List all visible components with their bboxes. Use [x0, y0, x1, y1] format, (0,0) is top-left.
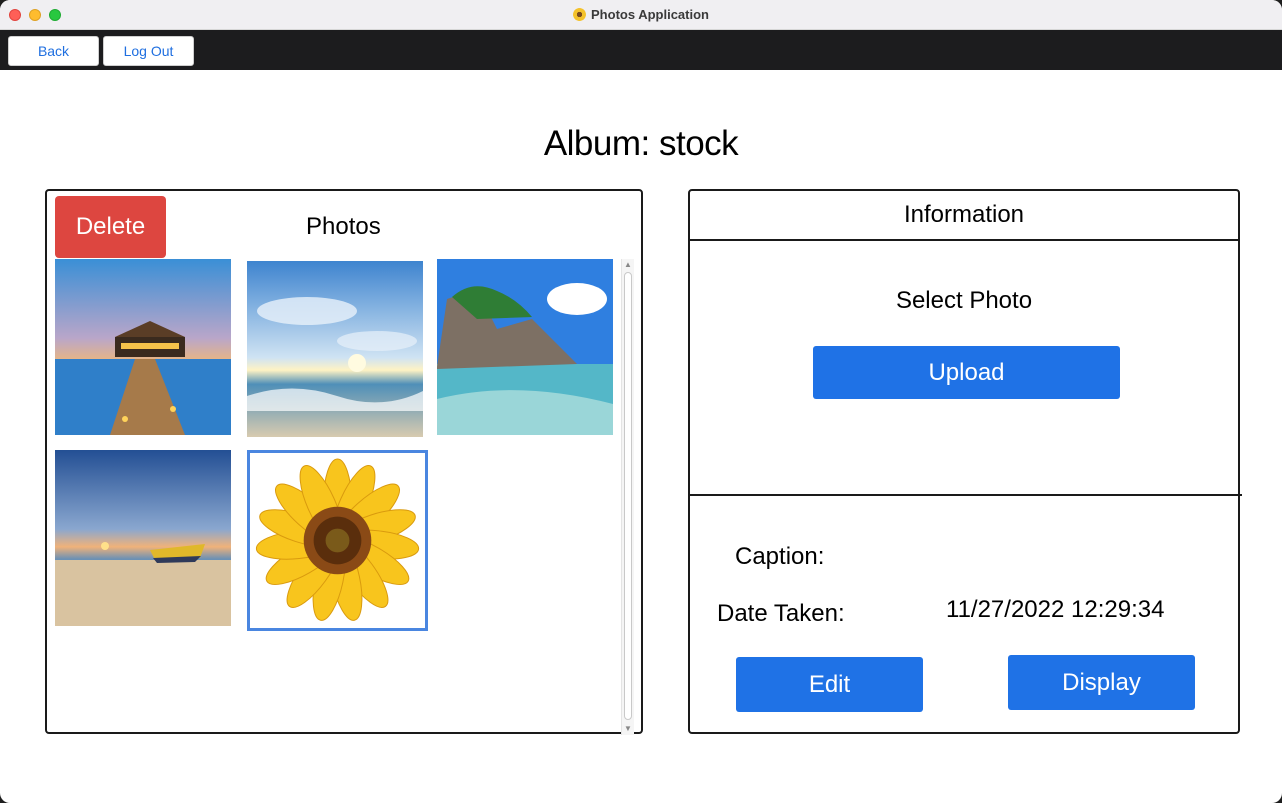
window-title-group: Photos Application	[0, 7, 1282, 22]
upload-button[interactable]: Upload	[813, 346, 1120, 399]
sunflower-image	[255, 458, 420, 621]
delete-button[interactable]: Delete	[55, 196, 166, 258]
select-photo-label: Select Photo	[895, 287, 1033, 314]
top-toolbar: Back Log Out	[0, 30, 1282, 70]
information-panel: Information Select Photo Upload Caption:…	[688, 189, 1242, 734]
photo-thumbnail-beach-pier[interactable]	[55, 259, 231, 435]
scroll-down-arrow-icon[interactable]: ▼	[622, 723, 634, 735]
app-window: Photos Application Back Log Out Album: s…	[0, 0, 1282, 803]
date-taken-label: Date Taken:	[717, 600, 845, 627]
photo-thumbnail-ocean-sky[interactable]	[247, 261, 423, 437]
photos-panel-title: Photos	[306, 213, 381, 240]
information-header: Information	[690, 191, 1238, 241]
date-taken-value: 11/27/2022 12:29:34	[946, 596, 1165, 623]
beach-pier-image	[55, 259, 231, 435]
photo-thumbnail-beach-boat[interactable]	[55, 450, 231, 626]
logout-button[interactable]: Log Out	[103, 36, 194, 66]
title-bar[interactable]: Photos Application	[0, 0, 1282, 30]
tropical-rocks-image	[437, 259, 613, 435]
back-button[interactable]: Back	[8, 36, 99, 66]
info-divider	[690, 494, 1242, 496]
beach-boat-image	[55, 450, 231, 626]
display-button[interactable]: Display	[1008, 655, 1195, 710]
window-title: Photos Application	[591, 7, 709, 22]
caption-label: Caption:	[735, 543, 825, 570]
sunflower-app-icon	[573, 8, 587, 21]
ocean-sky-image	[247, 261, 423, 437]
album-title: Album: stock	[543, 124, 739, 163]
scrollbar-thumb[interactable]	[624, 272, 632, 720]
photos-panel: Delete Photos ▲ ▼	[45, 189, 643, 735]
photo-thumbnail-tropical-rocks[interactable]	[437, 259, 613, 435]
photos-scrollbar[interactable]: ▲ ▼	[621, 259, 634, 735]
photo-thumbnail-sunflower-selected[interactable]	[247, 450, 428, 631]
edit-button[interactable]: Edit	[736, 657, 923, 712]
scroll-up-arrow-icon[interactable]: ▲	[622, 259, 634, 271]
